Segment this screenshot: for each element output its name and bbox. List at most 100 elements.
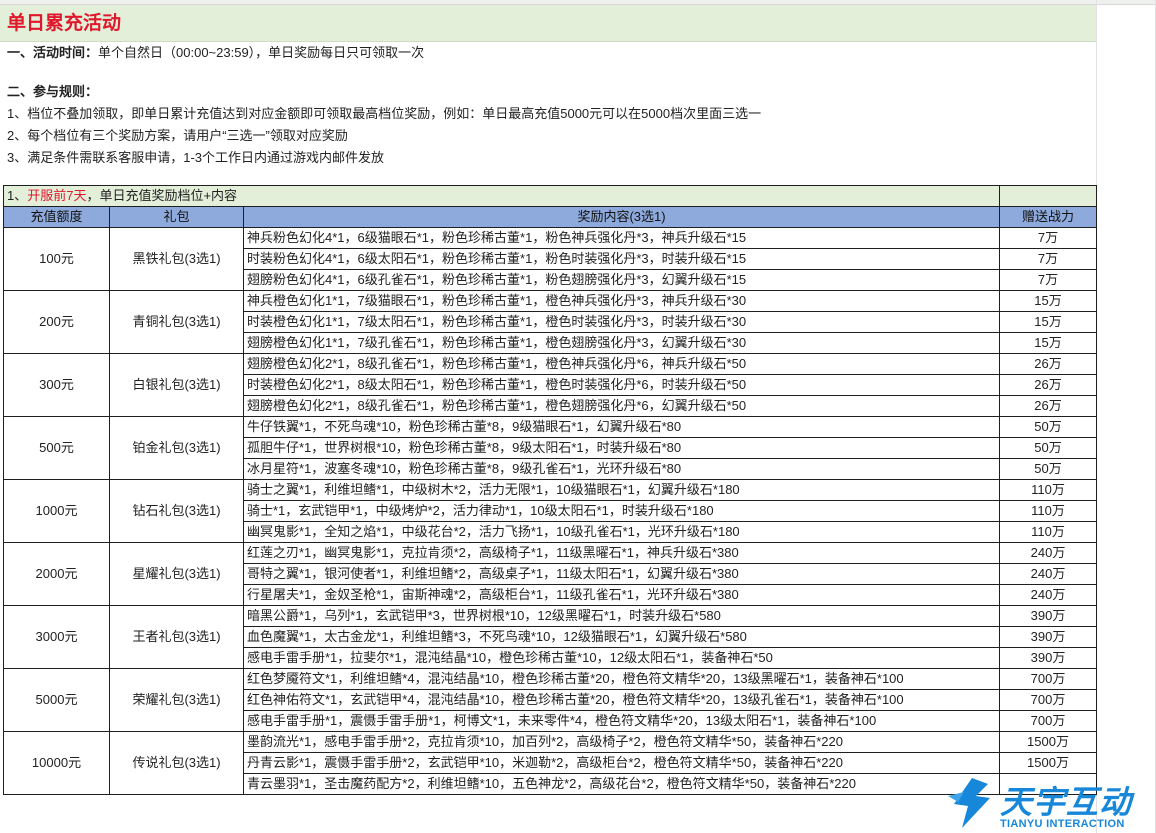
reward-content-cell: 红色梦魇符文*1，利维坦鳍*4，混沌结晶*10，橙色珍稀古董*20，橙色符文精华… — [242, 668, 1001, 690]
tier-pack-cell: 王者礼包(3选1) — [109, 605, 244, 669]
tier-amount-cell: 500元 — [3, 416, 110, 480]
section-highlight: 开服前7天 — [27, 188, 87, 203]
rules-label: 二、参与规则： — [7, 84, 99, 99]
reward-content-cell: 翅膀粉色幻化4*1，6级孔雀石*1，粉色珍稀古董*1，粉色翅膀强化丹*3，幻翼升… — [242, 269, 1001, 291]
section-header-row: 1、开服前7天，单日充值奖励档位+内容 — [2, 185, 1098, 207]
section-suffix: ，单日充值奖励档位+内容 — [86, 188, 238, 203]
reward-power-cell: 50万 — [999, 437, 1098, 459]
reward-power-cell: 110万 — [999, 479, 1098, 501]
tier-pack-cell: 黑铁礼包(3选1) — [109, 227, 244, 291]
activity-time-label: 一、活动时间： — [7, 45, 99, 60]
reward-content-cell: 暗黑公爵*1，乌列*1，玄武铠甲*3，世界树根*10，12级黑曜石*1，时装升级… — [242, 605, 1001, 627]
section-prefix: 1、 — [7, 188, 28, 203]
reward-content-cell: 青云墨羽*1，圣击魔药配方*2，利维坦鳍*10，五色神龙*2，高级花台*2，橙色… — [242, 773, 1001, 795]
tier-pack-cell: 传说礼包(3选1) — [109, 731, 244, 795]
reward-power-cell: 50万 — [999, 458, 1098, 480]
tier-pack-cell: 青铜礼包(3选1) — [109, 290, 244, 354]
reward-power-cell: 240万 — [999, 563, 1098, 585]
reward-content-cell: 幽冥鬼影*1，全知之焰*1，中级花台*2，活力飞扬*1，10级孔雀石*1，光环升… — [242, 521, 1001, 543]
reward-content-cell: 血色魔翼*1，太古金龙*1，利维坦鳍*3，不死鸟魂*10，12级猫眼石*1，幻翼… — [242, 626, 1001, 648]
tier-amount-cell: 5000元 — [3, 668, 110, 732]
reward-power-cell: 110万 — [999, 521, 1098, 543]
tier-amount-cell: 200元 — [3, 290, 110, 354]
reward-content-cell: 感电手雷手册*1，震慑手雷手册*1，柯博文*1，未来零件*4，橙色符文精华*20… — [242, 710, 1001, 732]
reward-content-cell: 骑士之翼*1，利维坦鳍*1，中级树木*2，活力无限*1，10级猫眼石*1，幻翼升… — [242, 479, 1001, 501]
reward-content-cell: 翅膀橙色幻化2*1，8级孔雀石*1，粉色珍稀古董*1，橙色翅膀强化丹*6，幻翼升… — [242, 395, 1001, 417]
reward-content-cell: 翅膀橙色幻化1*1，7级孔雀石*1，粉色珍稀古董*1，橙色翅膀强化丹*3，幻翼升… — [242, 332, 1001, 354]
tier-amount-cell: 10000元 — [3, 731, 110, 795]
tier-pack-cell: 钻石礼包(3选1) — [109, 479, 244, 543]
reward-power-cell: 700万 — [999, 710, 1098, 732]
column-header-power: 赠送战力 — [999, 206, 1098, 228]
tier-pack-cell: 星耀礼包(3选1) — [109, 542, 244, 606]
reward-power-cell: 240万 — [999, 584, 1098, 606]
tier-amount-cell: 300元 — [3, 353, 110, 417]
table-row: 300元 白银礼包(3选1) 翅膀橙色幻化2*1，8级孔雀石*1，粉色珍稀古董*1，… — [3, 353, 1098, 417]
tier-amount-cell: 3000元 — [3, 605, 110, 669]
section-title: 1、开服前7天，单日充值奖励档位+内容 — [2, 185, 1001, 207]
reward-power-cell: 15万 — [999, 290, 1098, 312]
reward-power-cell: 1500万 — [999, 752, 1098, 774]
watermark-name: 天宇互动 — [1000, 784, 1133, 820]
table-row: 1000元 钻石礼包(3选1) 骑士之翼*1，利维坦鳍*1，中级树木*2，活力无限*… — [3, 479, 1098, 543]
tier-pack-cell: 铂金礼包(3选1) — [109, 416, 244, 480]
reward-content-cell: 红莲之刃*1，幽冥鬼影*1，克拉肯须*2，高级椅子*1，11级黑曜石*1，神兵升… — [242, 542, 1001, 564]
reward-power-cell: 7万 — [999, 248, 1098, 270]
watermark-logo: 天宇互动 TIANYU INTERACTION — [942, 774, 1156, 833]
reward-content-cell: 墨韵流光*1，感电手雷手册*2，克拉肯须*10，加百列*2，高级椅子*2，橙色符… — [242, 731, 1001, 753]
reward-power-cell: 110万 — [999, 500, 1098, 522]
reward-content-cell: 时装橙色幻化2*1，8级太阳石*1，粉色珍稀古董*1，橙色时装强化丹*6，时装升… — [242, 374, 1001, 396]
column-header-pack: 礼包 — [109, 206, 244, 228]
reward-content-cell: 骑士*1，玄武铠甲*1，中级烤炉*2，活力律动*1，10级太阳石*1，时装升级石… — [242, 500, 1001, 522]
tier-pack-cell: 白银礼包(3选1) — [109, 353, 244, 417]
reward-content-cell: 翅膀橙色幻化2*1，8级孔雀石*1，粉色珍稀古董*1，橙色神兵强化丹*6，神兵升… — [242, 353, 1001, 375]
watermark-subtitle: TIANYU INTERACTION — [1000, 818, 1125, 830]
rule-3: 3、满足条件需联系客服申请，1-3个工作日内通过游戏内邮件发放 — [7, 150, 385, 165]
table-row: 10000元 传说礼包(3选1) 墨韵流光*1，感电手雷手册*2，克拉肯须*10，加… — [3, 731, 1098, 795]
reward-power-cell: 390万 — [999, 605, 1098, 627]
reward-power-cell: 26万 — [999, 395, 1098, 417]
tier-amount-cell: 1000元 — [3, 479, 110, 543]
section-empty-cell — [999, 185, 1098, 207]
activity-time-line: 一、活动时间：单个自然日（00:00~23:59），单日奖励每日只可领取一次 — [7, 42, 424, 64]
page-title: 单日累充活动 — [0, 5, 1096, 42]
reward-content-cell: 孤胆牛仔*1，世界树根*10，粉色珍稀古董*8，9级太阳石*1，时装升级石*80 — [242, 437, 1001, 459]
reward-power-cell: 26万 — [999, 353, 1098, 375]
reward-content-cell: 牛仔铁翼*1，不死鸟魂*10，粉色珍稀古董*8，9级猫眼石*1，幻翼升级石*80 — [242, 416, 1001, 438]
rule-1: 1、档位不叠加领取，即单日累计充值达到对应金额即可领取最高档位奖励，例如：单日最… — [7, 106, 762, 121]
table-row: 3000元 王者礼包(3选1) 暗黑公爵*1，乌列*1，玄武铠甲*3，世界树根*10… — [3, 605, 1098, 669]
reward-power-cell: 1500万 — [999, 731, 1098, 753]
table-row: 100元 黑铁礼包(3选1) 神兵粉色幻化4*1，6级猫眼石*1，粉色珍稀古董*1，… — [3, 227, 1098, 291]
rule-2: 2、每个档位有三个奖励方案，请用户“三选一”领取对应奖励 — [7, 128, 348, 143]
tier-amount-cell: 100元 — [3, 227, 110, 291]
reward-power-cell: 15万 — [999, 311, 1098, 333]
reward-content-cell: 神兵橙色幻化1*1，7级猫眼石*1，粉色珍稀古董*1，橙色神兵强化丹*3，神兵升… — [242, 290, 1001, 312]
column-header-amount: 充值额度 — [3, 206, 110, 228]
reward-power-cell: 15万 — [999, 332, 1098, 354]
reward-content-cell: 哥特之翼*1，银河使者*1，利维坦鳍*2，高级桌子*1，11级太阳石*1，幻翼升… — [242, 563, 1001, 585]
tier-pack-cell: 荣耀礼包(3选1) — [109, 668, 244, 732]
reward-power-cell: 700万 — [999, 668, 1098, 690]
reward-power-cell: 7万 — [999, 269, 1098, 291]
table-header-row: 充值额度 礼包 奖励内容(3选1) 赠送战力 — [3, 206, 1098, 228]
reward-power-cell: 700万 — [999, 689, 1098, 711]
reward-power-cell: 50万 — [999, 416, 1098, 438]
tianyu-logo-icon — [948, 778, 990, 828]
reward-power-cell: 390万 — [999, 626, 1098, 648]
reward-content-cell: 感电手雷手册*1，拉斐尔*1，混沌结晶*10，橙色珍稀古董*10，12级太阳石*… — [242, 647, 1001, 669]
reward-power-cell: 390万 — [999, 647, 1098, 669]
rules-heading: 二、参与规则： — [7, 81, 98, 103]
reward-table: 1、开服前7天，单日充值奖励档位+内容 充值额度 礼包 奖励内容(3选1) 赠送… — [2, 185, 1098, 795]
table-row: 2000元 星耀礼包(3选1) 红莲之刃*1，幽冥鬼影*1，克拉肯须*2，高级椅子*… — [3, 542, 1098, 606]
reward-content-cell: 行星屠夫*1，金奴圣枪*1，宙斯神魂*2，高级柜台*1，11级孔雀石*1，光环升… — [242, 584, 1001, 606]
reward-power-cell: 7万 — [999, 227, 1098, 249]
reward-content-cell: 冰月星符*1，波塞冬魂*10，粉色珍稀古董*8，9级孔雀石*1，光环升级石*80 — [242, 458, 1001, 480]
reward-content-cell: 丹青云影*1，震慑手雷手册*2，玄武铠甲*10，米迦勒*2，高级柜台*2，橙色符… — [242, 752, 1001, 774]
reward-power-cell: 26万 — [999, 374, 1098, 396]
table-row: 200元 青铜礼包(3选1) 神兵橙色幻化1*1，7级猫眼石*1，粉色珍稀古董*1，… — [3, 290, 1098, 354]
table-row: 500元 铂金礼包(3选1) 牛仔铁翼*1，不死鸟魂*10，粉色珍稀古董*8，9级猫… — [3, 416, 1098, 480]
activity-time-text: 单个自然日（00:00~23:59），单日奖励每日只可领取一次 — [98, 45, 425, 60]
reward-content-cell: 时装粉色幻化4*1，6级太阳石*1，粉色珍稀古董*1，粉色时装强化丹*3，时装升… — [242, 248, 1001, 270]
reward-content-cell: 红色神佑符文*1，玄武铠甲*4，混沌结晶*10，橙色珍稀古董*20，橙色符文精华… — [242, 689, 1001, 711]
table-row: 5000元 荣耀礼包(3选1) 红色梦魇符文*1，利维坦鳍*4，混沌结晶*10，橙色… — [3, 668, 1098, 732]
